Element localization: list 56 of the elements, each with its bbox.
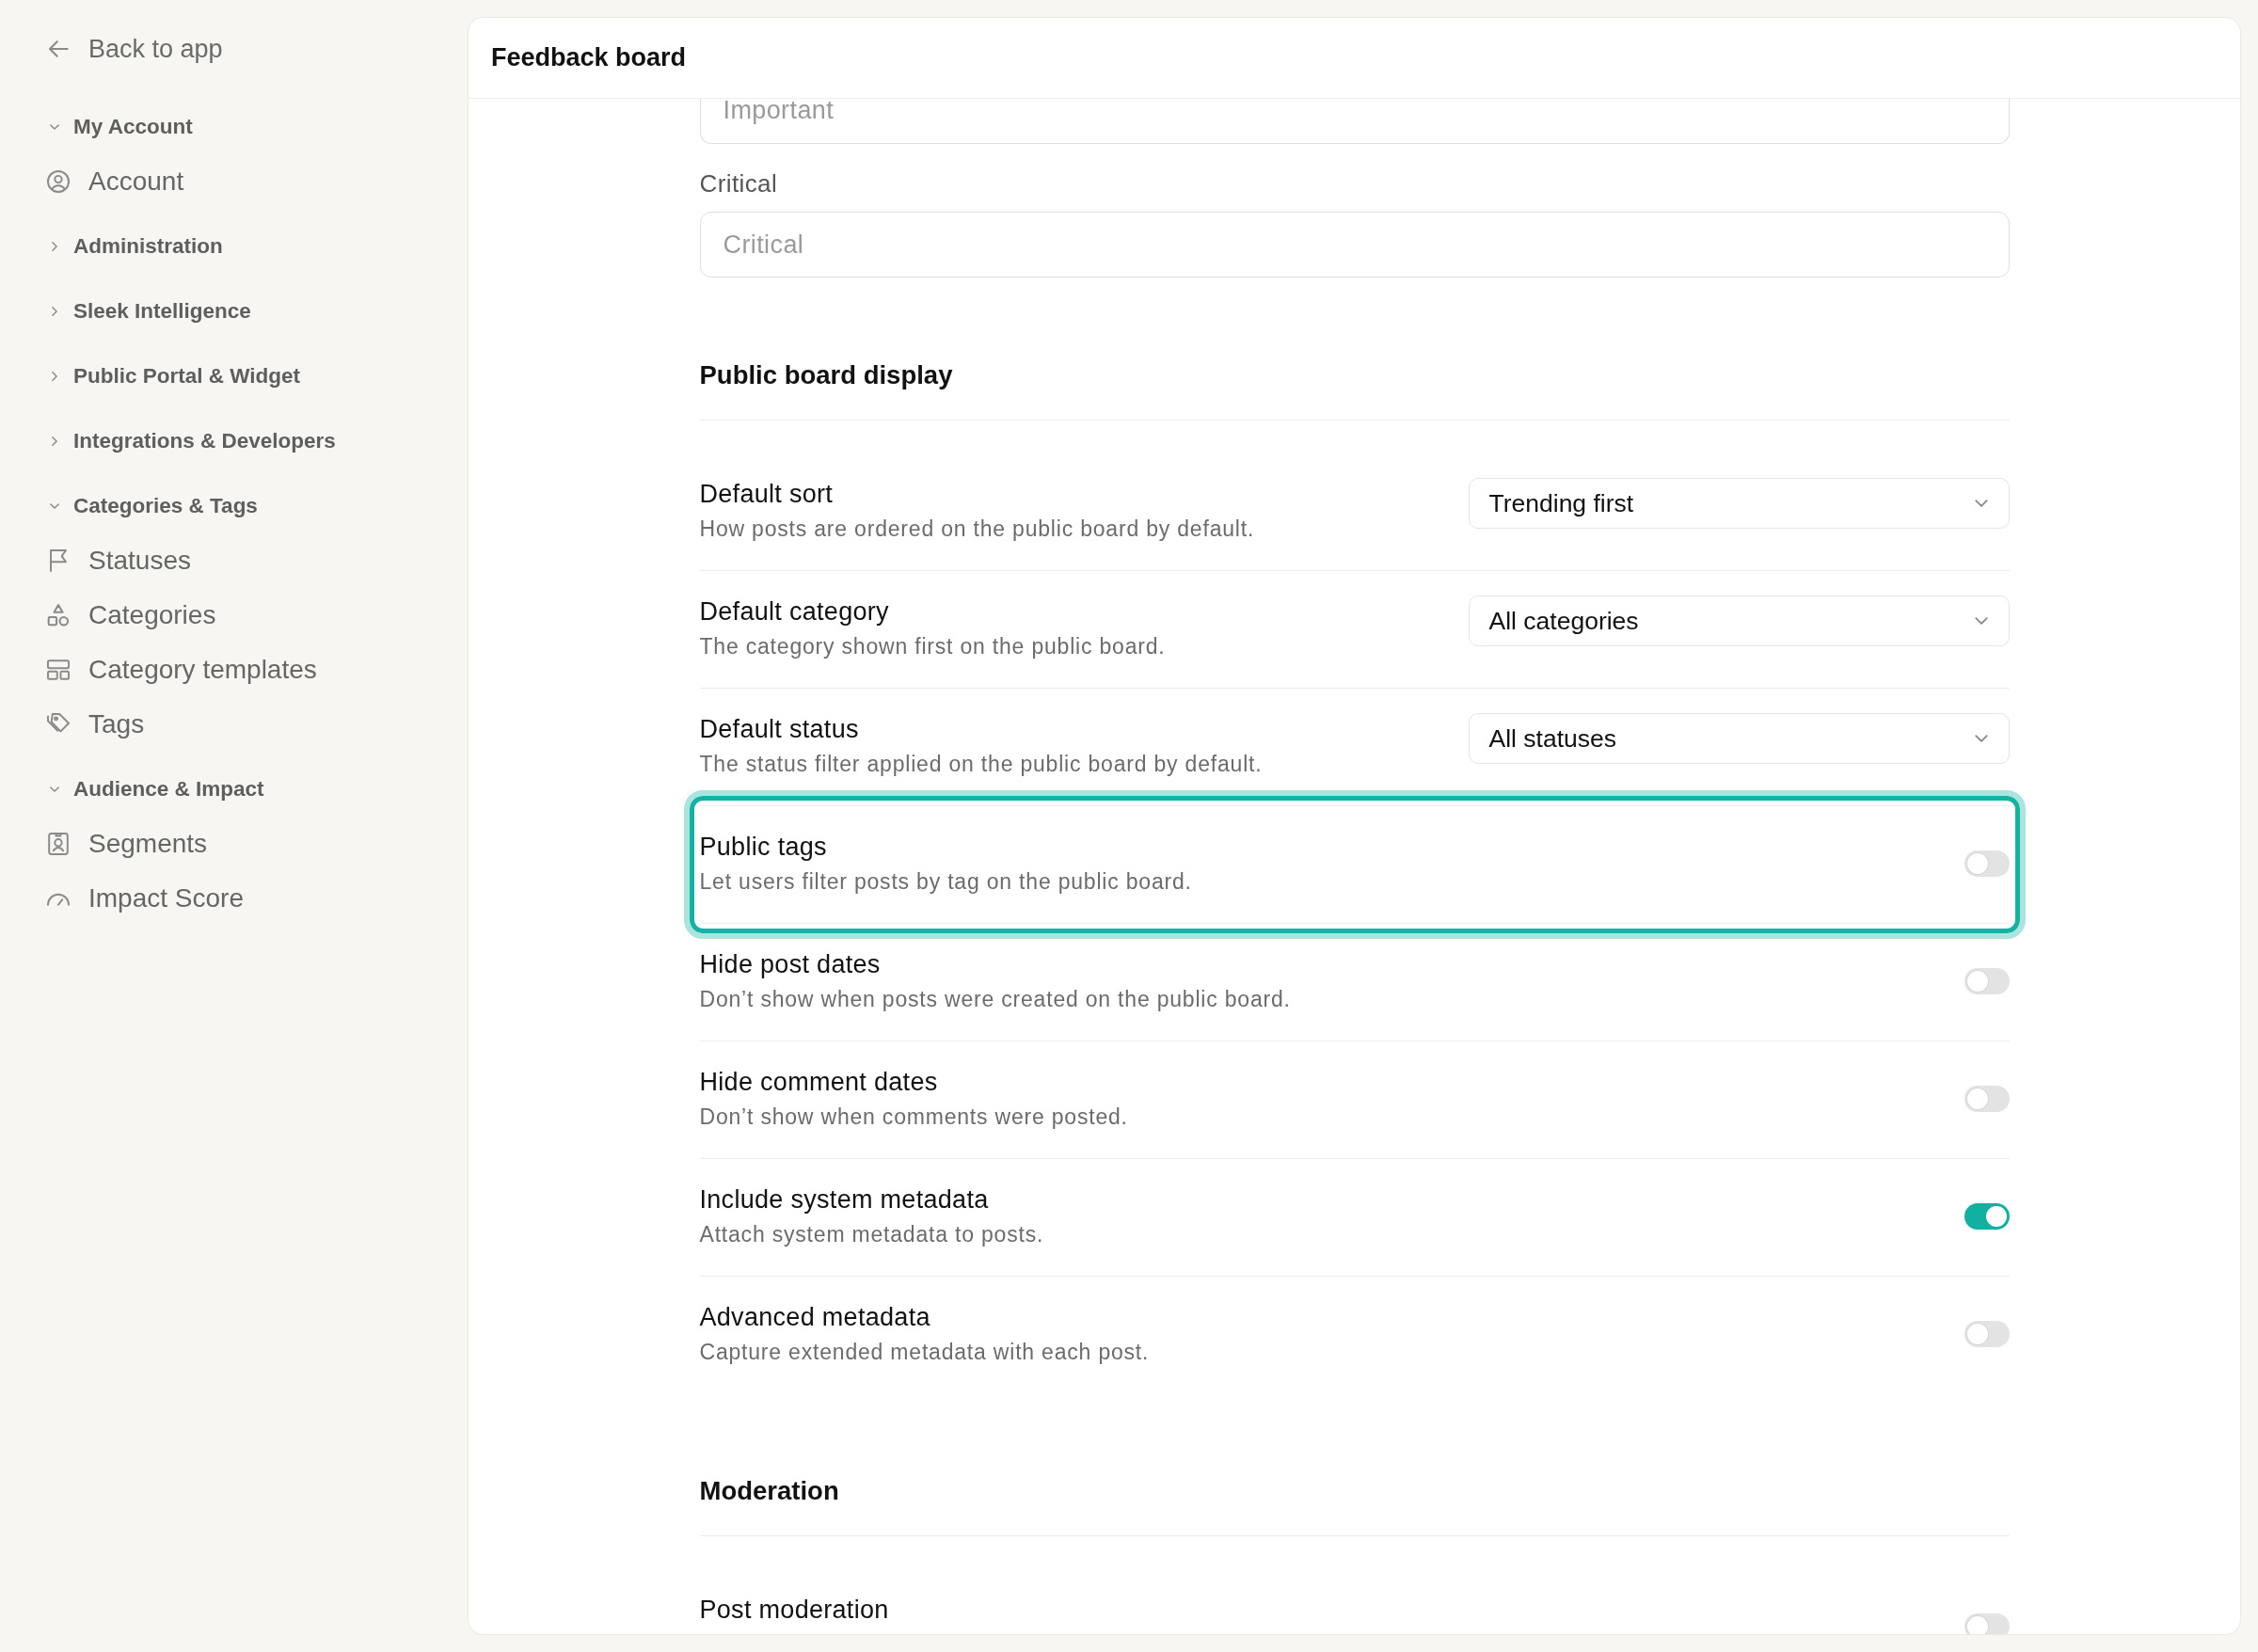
nav-group-header[interactable]: Administration <box>47 219 223 274</box>
toggle-switch[interactable] <box>1964 1321 2010 1347</box>
nav-group-header[interactable]: Public Portal & Widget <box>47 349 301 404</box>
setting-description: The category shown first on the public board. <box>699 633 1166 660</box>
nav-item[interactable]: Statuses <box>47 533 191 588</box>
nav-item[interactable]: Category templates <box>47 643 317 697</box>
setting-description: Don’t show when comments were posted. <box>699 1104 1128 1131</box>
setting-description: The status filter applied on the public board by default. <box>699 751 1263 778</box>
select-dropdown[interactable]: Trending first <box>1468 478 2010 529</box>
toggle-switch[interactable] <box>1964 1203 2010 1230</box>
nav-group-header[interactable]: Audience & Impact <box>47 762 264 817</box>
toggle-switch[interactable] <box>1964 968 2010 994</box>
nav-item[interactable]: Account <box>47 154 184 209</box>
select-dropdown[interactable]: All statuses <box>1468 713 2010 764</box>
setting-title: Post moderation <box>699 1595 889 1625</box>
page-title: Feedback board <box>491 43 687 72</box>
nav-item[interactable]: Tags <box>47 697 145 752</box>
nav-group-header[interactable]: Categories & Tags <box>47 479 258 533</box>
field-label: Critical <box>699 169 778 198</box>
chevron-down-icon <box>1974 617 1988 625</box>
chevron-down-icon <box>1974 735 1988 742</box>
text-field[interactable]: Critical <box>699 212 2010 278</box>
setting-title: Advanced metadata <box>699 1302 930 1332</box>
text-field[interactable]: Important <box>699 99 2010 144</box>
setting-title: Hide comment dates <box>699 1067 938 1097</box>
flag-icon <box>47 549 70 572</box>
setting-description: Let users filter posts by tag on the public board. <box>699 868 1192 896</box>
setting-title: Public tags <box>699 832 827 862</box>
toggle-switch[interactable] <box>1964 1086 2010 1112</box>
section-heading: Moderation <box>699 1475 2010 1536</box>
setting-title: Default sort <box>699 479 834 509</box>
setting-description: How posts are ordered on the public board by default. <box>699 516 1255 543</box>
section-heading: Public board display <box>699 359 2010 421</box>
chevron-down-icon <box>1974 500 1988 507</box>
nav-group-header[interactable]: My Account <box>47 100 193 154</box>
setting-description: Don’t show when posts were created on the public board. <box>699 986 1291 1013</box>
user-circle-icon <box>47 170 70 193</box>
nav-item[interactable]: Segments <box>47 817 208 871</box>
toggle-switch[interactable] <box>1964 1613 2010 1634</box>
nav-group-header[interactable]: Integrations & Developers <box>47 414 336 469</box>
setting-title: Default category <box>699 596 889 627</box>
shapes-icon <box>47 604 70 627</box>
id-badge-icon <box>47 833 70 855</box>
arrow-left-icon <box>48 40 69 57</box>
setting-title: Default status <box>699 714 859 744</box>
nav-group-header[interactable]: Sleek Intelligence <box>47 284 251 339</box>
setting-description: Attach system metadata to posts. <box>699 1221 1044 1248</box>
toggle-switch[interactable] <box>1964 850 2010 877</box>
setting-title: Hide post dates <box>699 949 881 979</box>
nav-item[interactable]: Impact Score <box>47 871 244 926</box>
nav-item[interactable]: Categories <box>47 588 216 643</box>
setting-description: Capture extended metadata with each post. <box>699 1339 1150 1366</box>
back-link[interactable]: Back to app <box>47 22 223 76</box>
layout-icon <box>47 659 70 681</box>
setting-title: Include system metadata <box>699 1184 989 1215</box>
select-dropdown[interactable]: All categories <box>1468 596 2010 646</box>
